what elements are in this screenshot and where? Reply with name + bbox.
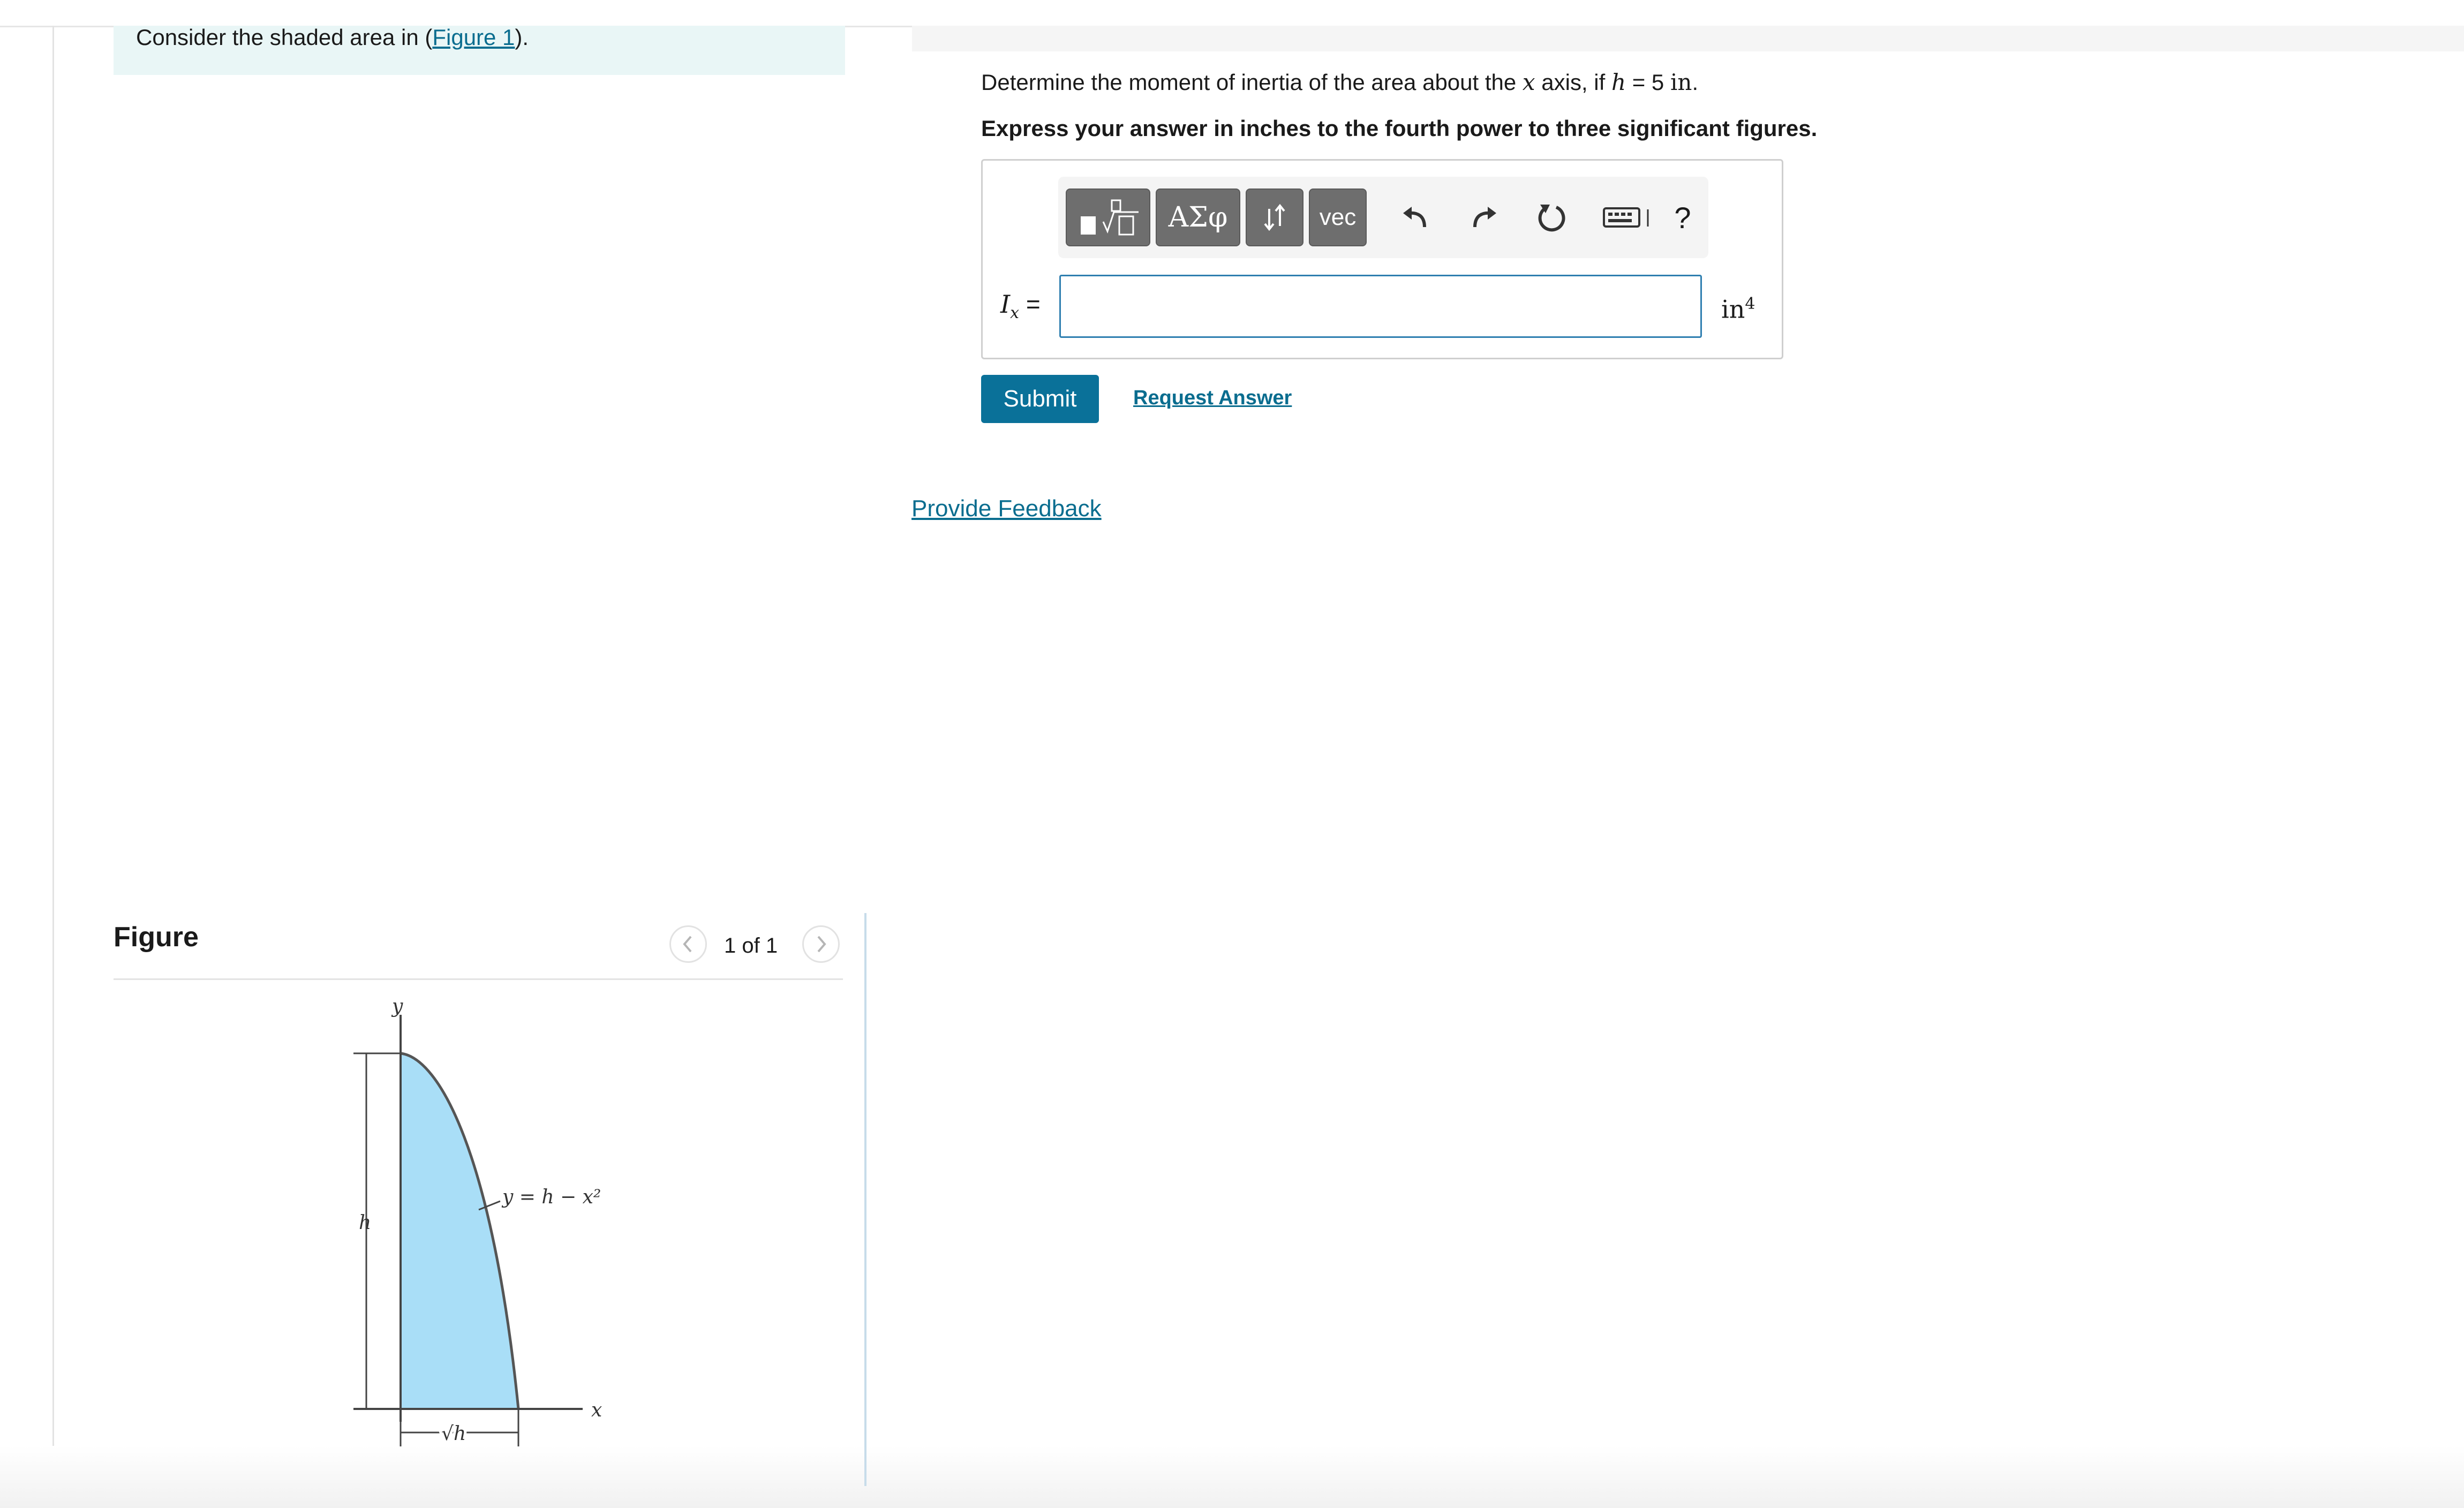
vec-button[interactable]: vec <box>1309 188 1367 246</box>
arrows-icon <box>1264 203 1285 231</box>
var-x: x <box>1522 69 1535 95</box>
reset-button[interactable] <box>1529 196 1572 239</box>
templates-icon <box>1081 199 1139 236</box>
help-icon: ? <box>1674 200 1691 235</box>
redo-button[interactable] <box>1463 196 1506 239</box>
reset-icon <box>1538 205 1565 232</box>
request-answer-link[interactable]: Request Answer <box>1133 384 1292 411</box>
figure-prev-button[interactable] <box>669 925 707 963</box>
keyboard-button[interactable] <box>1599 196 1658 239</box>
bottom-fade <box>0 1446 2464 1508</box>
keyboard-icon <box>1603 207 1649 228</box>
vec-icon: vec <box>1319 204 1357 230</box>
answer-unit: in4 <box>1721 288 1755 325</box>
intro-text: Consider the shaded area in (Figure 1). <box>136 24 529 51</box>
question-text: Determine the moment of inertia of the a… <box>981 67 1698 97</box>
base-label: √h <box>441 1423 466 1445</box>
var-h: h <box>1611 69 1626 95</box>
submit-button[interactable]: Submit <box>981 375 1099 423</box>
intro-text-before: Consider the shaded area in ( <box>136 25 433 50</box>
answer-label: Ix = <box>1000 288 1041 329</box>
arrows-button[interactable] <box>1246 188 1303 246</box>
y-axis-label: y <box>391 996 403 1017</box>
question-part4: . <box>1692 70 1699 95</box>
help-button[interactable]: ? <box>1661 196 1704 239</box>
undo-icon <box>1403 207 1426 228</box>
figure-heading: Figure <box>114 922 199 953</box>
figure-pager: 1 of 1 <box>724 934 778 957</box>
left-border <box>52 26 54 1508</box>
curve-label: y = h − x² <box>501 1186 601 1208</box>
figure-next-button[interactable] <box>802 925 840 963</box>
unit-exponent: 4 <box>1745 295 1755 313</box>
pane-divider[interactable] <box>864 913 866 1486</box>
question-unit: in <box>1670 69 1692 95</box>
part-header-strip <box>912 26 2464 51</box>
figure-diagram: y x h y = h − x² √h <box>353 996 602 1447</box>
answer-equals: = <box>1019 290 1041 318</box>
answer-subscript: x <box>1010 304 1020 323</box>
answer-input[interactable] <box>1059 275 1702 338</box>
math-toolbar: ΑΣφ vec ? <box>1058 177 1708 258</box>
chevron-right-icon <box>817 936 826 953</box>
figure-link[interactable]: Figure 1 <box>432 25 515 50</box>
x-axis-label: x <box>591 1399 602 1421</box>
unit-base: in <box>1721 295 1745 324</box>
templates-button[interactable] <box>1066 188 1150 246</box>
height-label: h <box>359 1212 371 1234</box>
question-part3: = 5 <box>1626 70 1670 95</box>
instruction-text: Express your answer in inches to the fou… <box>981 116 1818 141</box>
question-part1: Determine the moment of inertia of the a… <box>981 70 1523 95</box>
redo-icon <box>1473 207 1496 228</box>
shaded-area <box>401 1053 518 1409</box>
chevron-left-icon <box>683 936 692 953</box>
greek-icon: ΑΣφ <box>1168 201 1228 233</box>
figure-divider <box>114 978 843 980</box>
undo-button[interactable] <box>1393 196 1436 239</box>
question-part2: axis, if <box>1535 70 1611 95</box>
answer-symbol: I <box>1000 290 1011 319</box>
greek-button[interactable]: ΑΣφ <box>1156 188 1240 246</box>
intro-text-after: ). <box>515 25 529 50</box>
provide-feedback-link[interactable]: Provide Feedback <box>911 494 1102 524</box>
